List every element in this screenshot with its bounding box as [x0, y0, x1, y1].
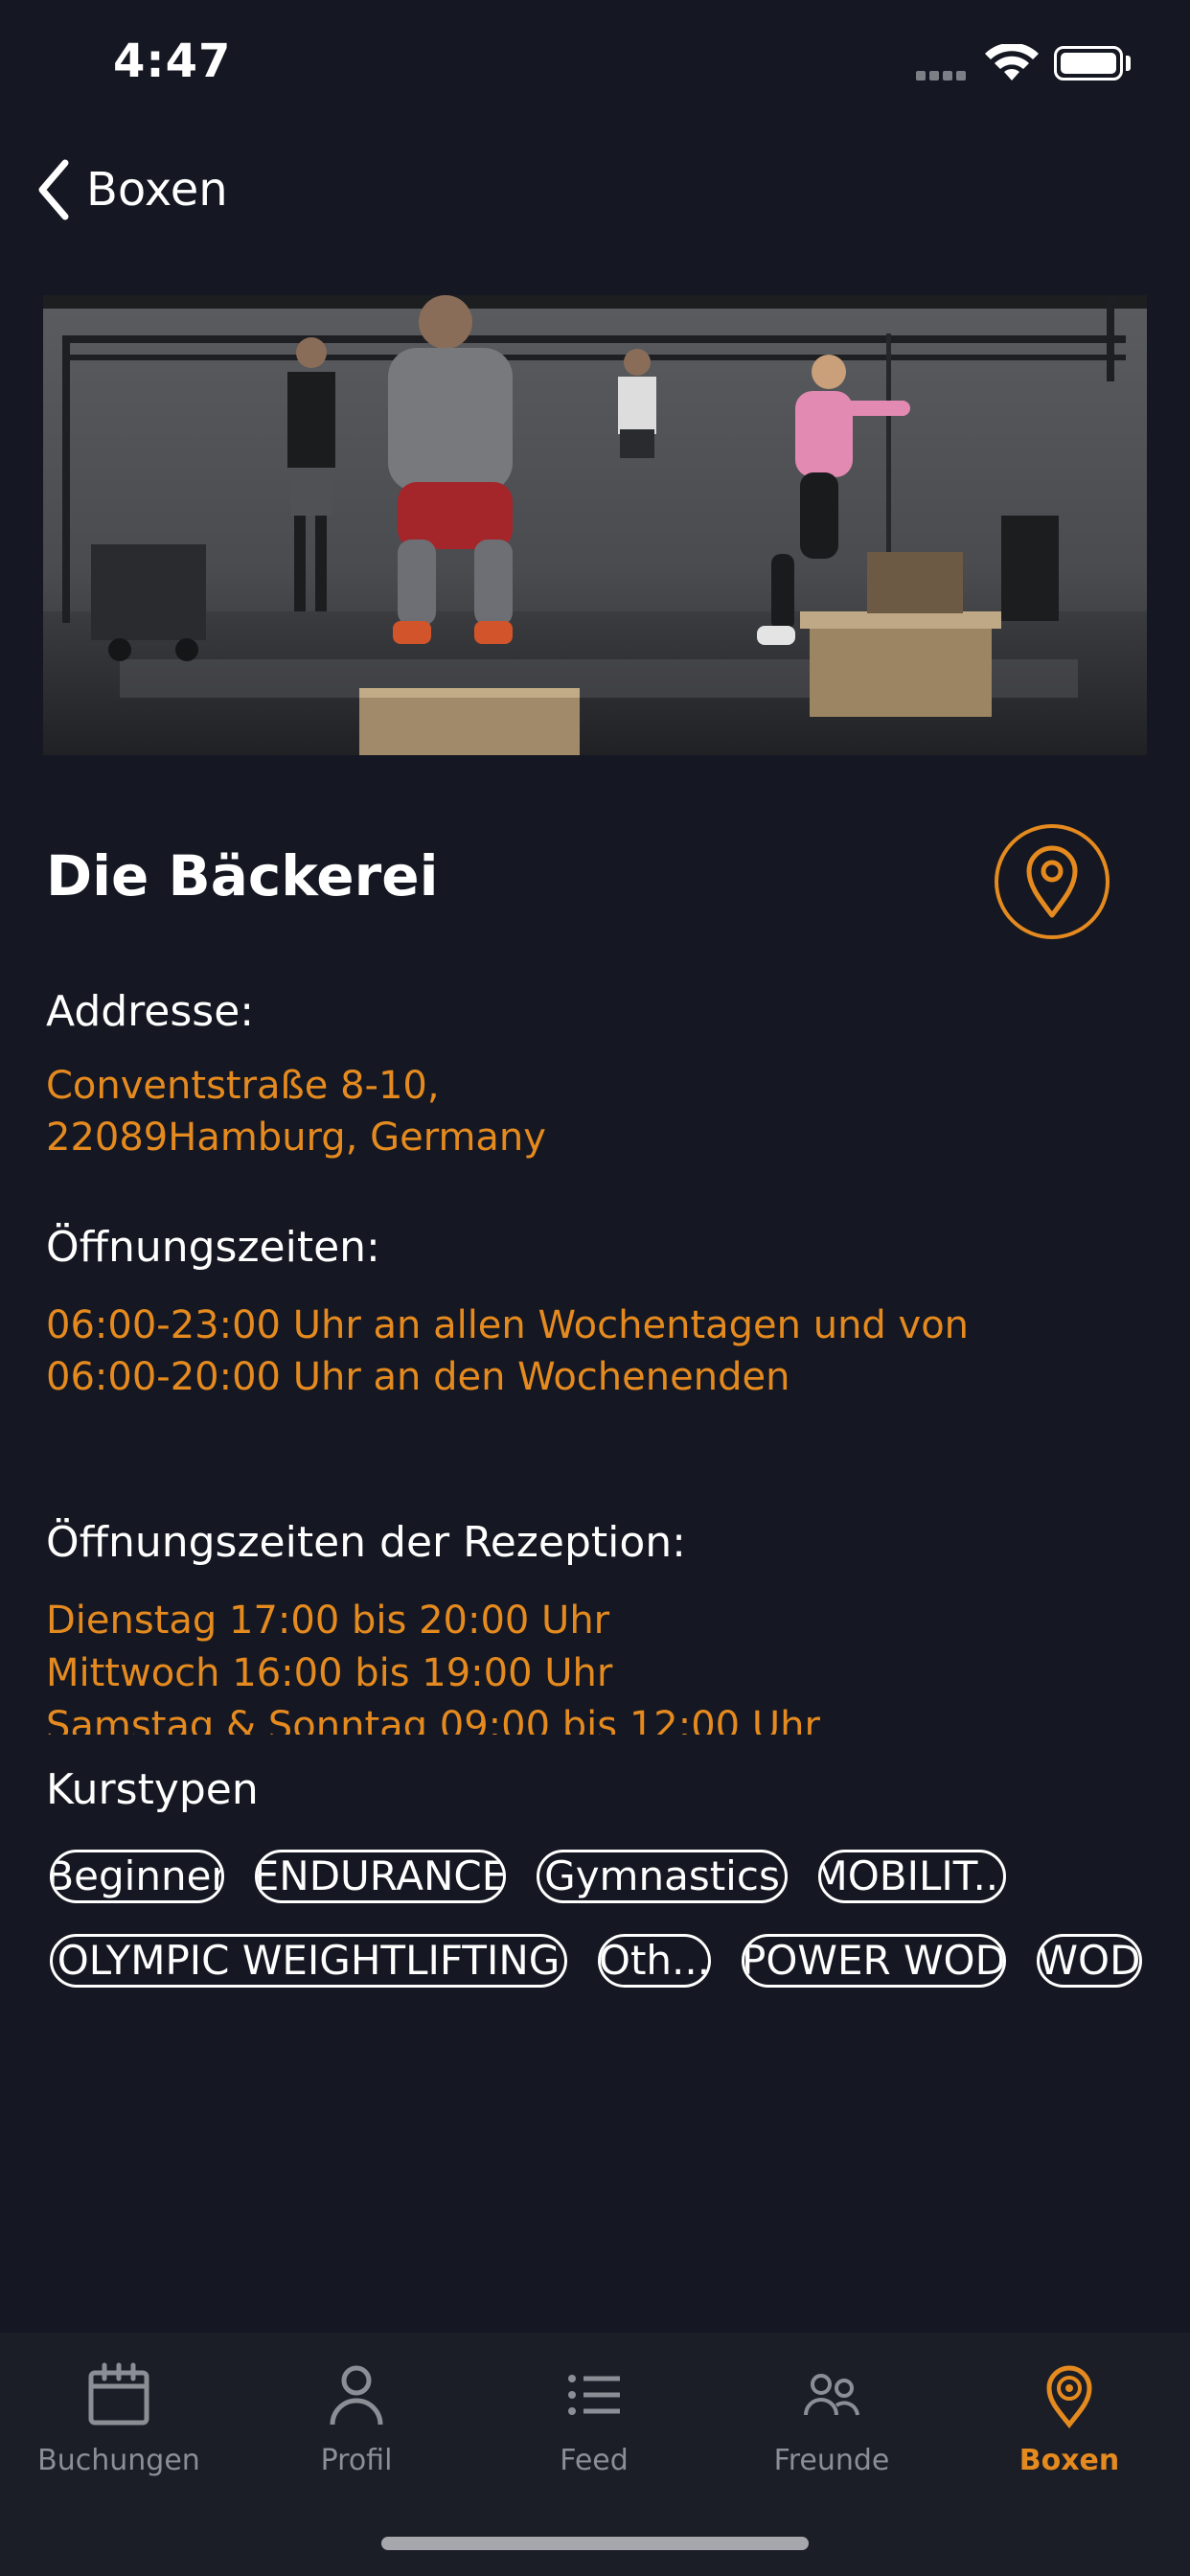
- tab-label: Buchungen: [37, 2444, 200, 2477]
- wifi-icon: [985, 44, 1039, 80]
- battery-icon: [1054, 46, 1123, 80]
- gym-photo: [43, 295, 1147, 755]
- course-chip[interactable]: ENDURANCE: [255, 1850, 506, 1903]
- tab-label: Freunde: [773, 2444, 890, 2477]
- course-chip[interactable]: Gymnastics: [537, 1850, 788, 1903]
- course-type-chips: Beginner ENDURANCE Gymnastics MOBILIT...…: [50, 1850, 1152, 2018]
- tab-label: Feed: [560, 2444, 629, 2477]
- location-pin-icon: [1026, 845, 1078, 918]
- tab-buchungen[interactable]: Buchungen: [0, 2333, 238, 2496]
- back-label: Boxen: [86, 163, 228, 217]
- home-indicator: [381, 2537, 809, 2550]
- chevron-left-icon: [38, 159, 69, 220]
- tab-label: Profil: [320, 2444, 393, 2477]
- box-name: Die Bäckerei: [46, 843, 439, 908]
- address-line-1[interactable]: Conventstraße 8-10,: [46, 1060, 440, 1113]
- box-hero-image: [43, 295, 1147, 755]
- course-chip[interactable]: POWER WOD: [742, 1934, 1006, 1988]
- course-chip[interactable]: Beginner: [50, 1850, 224, 1903]
- course-types-label: Kurstypen: [46, 1765, 259, 1814]
- address-label: Addresse:: [46, 987, 255, 1036]
- course-chip[interactable]: Oth...: [598, 1934, 711, 1988]
- cellular-signal-icon: [916, 71, 973, 82]
- reception-hours-line: Dienstag 17:00 bis 20:00 Uhr: [46, 1598, 610, 1643]
- tab-boxen[interactable]: Boxen: [950, 2333, 1188, 2496]
- course-chip[interactable]: OLYMPIC WEIGHTLIFTING: [50, 1934, 567, 1988]
- tab-label: Boxen: [1018, 2444, 1120, 2477]
- course-chip[interactable]: WOD: [1037, 1934, 1142, 1988]
- friends-icon: [804, 2374, 859, 2416]
- reception-hours-line: Mittwoch 16:00 bis 19:00 Uhr: [46, 1651, 613, 1695]
- location-pin-icon: [1046, 2365, 1092, 2428]
- location-button[interactable]: [995, 824, 1110, 939]
- opening-hours-line-2: 06:00-20:00 Uhr an den Wochenenden: [46, 1355, 790, 1399]
- tab-profil[interactable]: Profil: [238, 2333, 475, 2496]
- reception-hours-label: Öffnungszeiten der Rezeption:: [46, 1518, 686, 1567]
- status-bar: 4:47: [0, 0, 1190, 134]
- course-chip[interactable]: MOBILIT...: [818, 1850, 1006, 1903]
- tab-freunde[interactable]: Freunde: [713, 2333, 950, 2496]
- list-icon: [568, 2375, 620, 2415]
- back-button[interactable]: Boxen: [34, 151, 228, 228]
- battery-cap: [1126, 56, 1131, 71]
- opening-hours-label: Öffnungszeiten:: [46, 1223, 380, 1272]
- person-icon: [330, 2365, 383, 2426]
- address-line-2[interactable]: 22089Hamburg, Germany: [46, 1112, 546, 1164]
- tab-feed[interactable]: Feed: [475, 2333, 713, 2496]
- opening-hours-line-1: 06:00-23:00 Uhr an allen Wochentagen und…: [46, 1303, 970, 1347]
- reception-hours-list: Dienstag 17:00 bis 20:00 Uhr Mittwoch 16…: [46, 1595, 1100, 1735]
- reception-hours-line: Samstag & Sonntag 09:00 bis 12:00 Uhr: [46, 1704, 820, 1735]
- calendar-icon: [88, 2362, 149, 2426]
- status-time: 4:47: [113, 34, 232, 88]
